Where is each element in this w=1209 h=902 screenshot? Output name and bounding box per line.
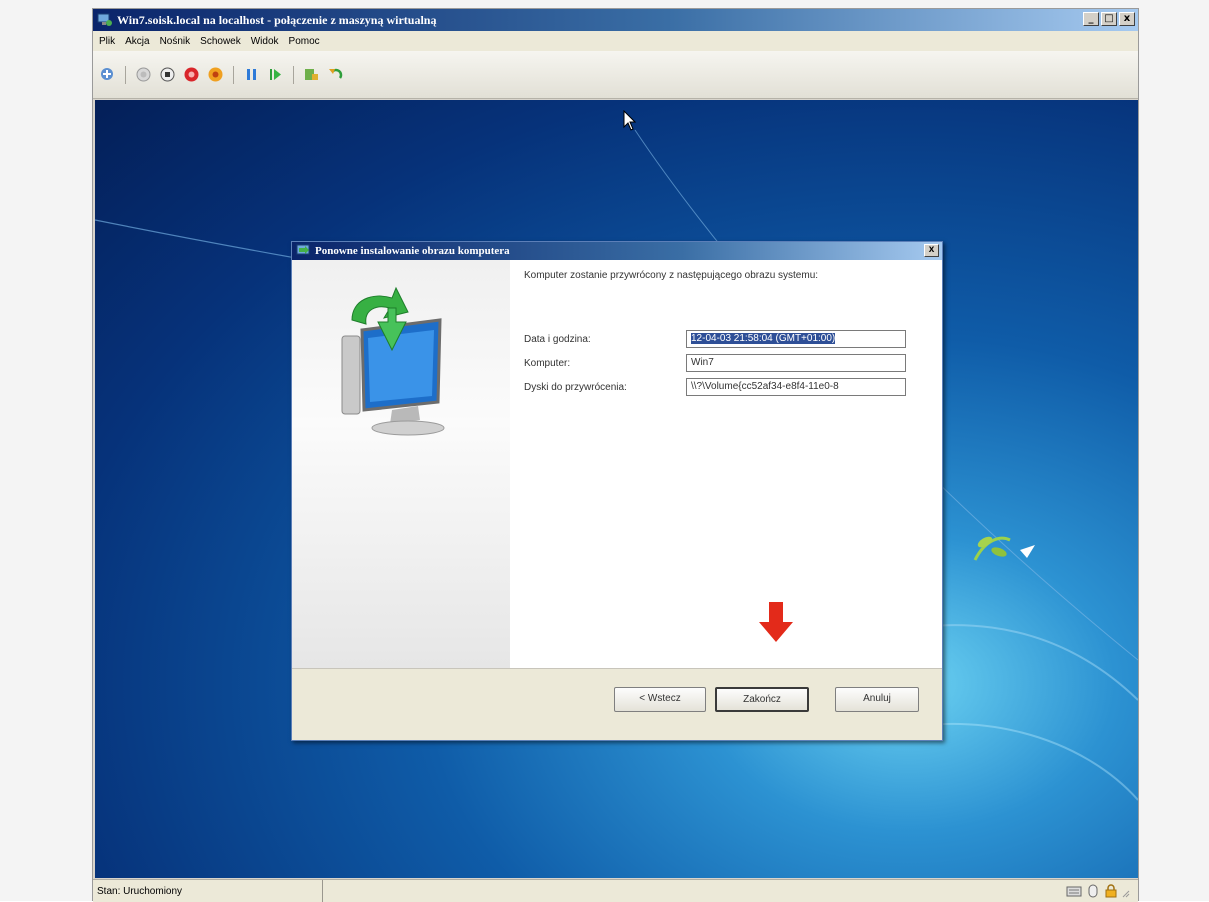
turn-off-icon[interactable] (159, 66, 176, 83)
shutdown-icon[interactable] (183, 66, 200, 83)
disks-label: Dyski do przywrócenia: (524, 382, 627, 393)
vm-connection-icon (97, 13, 112, 26)
cancel-button[interactable]: Anuluj (835, 687, 919, 712)
menu-pomoc[interactable]: Pomoc (289, 36, 320, 47)
dialog-titlebar[interactable]: Ponowne instalowanie obrazu komputera x (292, 242, 942, 260)
menu-schowek[interactable]: Schowek (200, 36, 241, 47)
menu-widok[interactable]: Widok (251, 36, 279, 47)
date-time-label: Data i godzina: (524, 334, 591, 345)
minimize-button[interactable]: _ (1083, 12, 1099, 26)
toolbar-separator (293, 65, 294, 84)
computer-restore-icon (341, 286, 445, 436)
resume-icon[interactable] (267, 66, 284, 83)
dialog-side-panel (292, 260, 510, 668)
revert-icon[interactable] (327, 66, 344, 83)
window-title: Win7.soisk.local na localhost - połączen… (117, 12, 437, 27)
ctrl-alt-del-icon[interactable] (99, 66, 116, 83)
reset-icon[interactable] (207, 66, 224, 83)
menu-plik[interactable]: Plik (99, 36, 115, 47)
status-tray (1066, 884, 1130, 898)
vm-desktop[interactable]: Ponowne instalowanie obrazu komputera x (95, 100, 1138, 878)
dialog-close-button[interactable]: x (924, 244, 939, 257)
lock-icon (1105, 884, 1117, 898)
toolbar (93, 51, 1138, 99)
status-text: Stan: Uruchomiony (93, 880, 323, 902)
dialog-title: Ponowne instalowanie obrazu komputera (315, 245, 510, 257)
maximize-button[interactable]: □ (1101, 12, 1117, 26)
disks-field[interactable]: \\?\Volume{cc52af34-e8f4-11e0-8 (686, 378, 906, 396)
mouse-icon (1088, 884, 1098, 898)
snapshot-icon[interactable] (303, 66, 320, 83)
computer-label: Komputer: (524, 358, 571, 369)
menu-bar: Plik Akcja Nośnik Schowek Widok Pomoc (93, 31, 1138, 51)
window-titlebar[interactable]: Win7.soisk.local na localhost - połączen… (93, 9, 1138, 31)
close-button[interactable]: x (1119, 12, 1135, 26)
computer-field[interactable]: Win7 (686, 354, 906, 372)
back-button[interactable]: < Wstecz (614, 687, 706, 712)
menu-nosnik[interactable]: Nośnik (160, 36, 191, 47)
dialog-content: Komputer zostanie przywrócony z następuj… (510, 260, 942, 668)
reimage-dialog: Ponowne instalowanie obrazu komputera x (291, 241, 943, 741)
start-icon[interactable] (135, 66, 152, 83)
resize-grip-icon[interactable] (1122, 884, 1130, 898)
mouse-cursor-icon (623, 110, 637, 131)
screen: Win7.soisk.local na localhost - połączen… (0, 0, 1209, 902)
dialog-footer: < Wstecz Zakończ Anuluj (292, 668, 942, 740)
toolbar-separator (125, 65, 126, 84)
dialog-icon (296, 244, 310, 255)
date-time-field[interactable]: 12-04-03 21:58:04 (GMT+01:00) (686, 330, 906, 348)
status-bar: Stan: Uruchomiony (93, 879, 1138, 902)
vm-connection-window: Win7.soisk.local na localhost - połączen… (92, 8, 1139, 902)
toolbar-separator (233, 65, 234, 84)
pause-icon[interactable] (243, 66, 260, 83)
dialog-intro-text: Komputer zostanie przywrócony z następuj… (524, 270, 819, 281)
menu-akcja[interactable]: Akcja (125, 36, 149, 47)
finish-button[interactable]: Zakończ (715, 687, 809, 712)
date-time-value: 12-04-03 21:58:04 (GMT+01:00) (691, 333, 836, 344)
keyboard-icon (1066, 886, 1082, 897)
red-arrow-icon (759, 602, 793, 642)
